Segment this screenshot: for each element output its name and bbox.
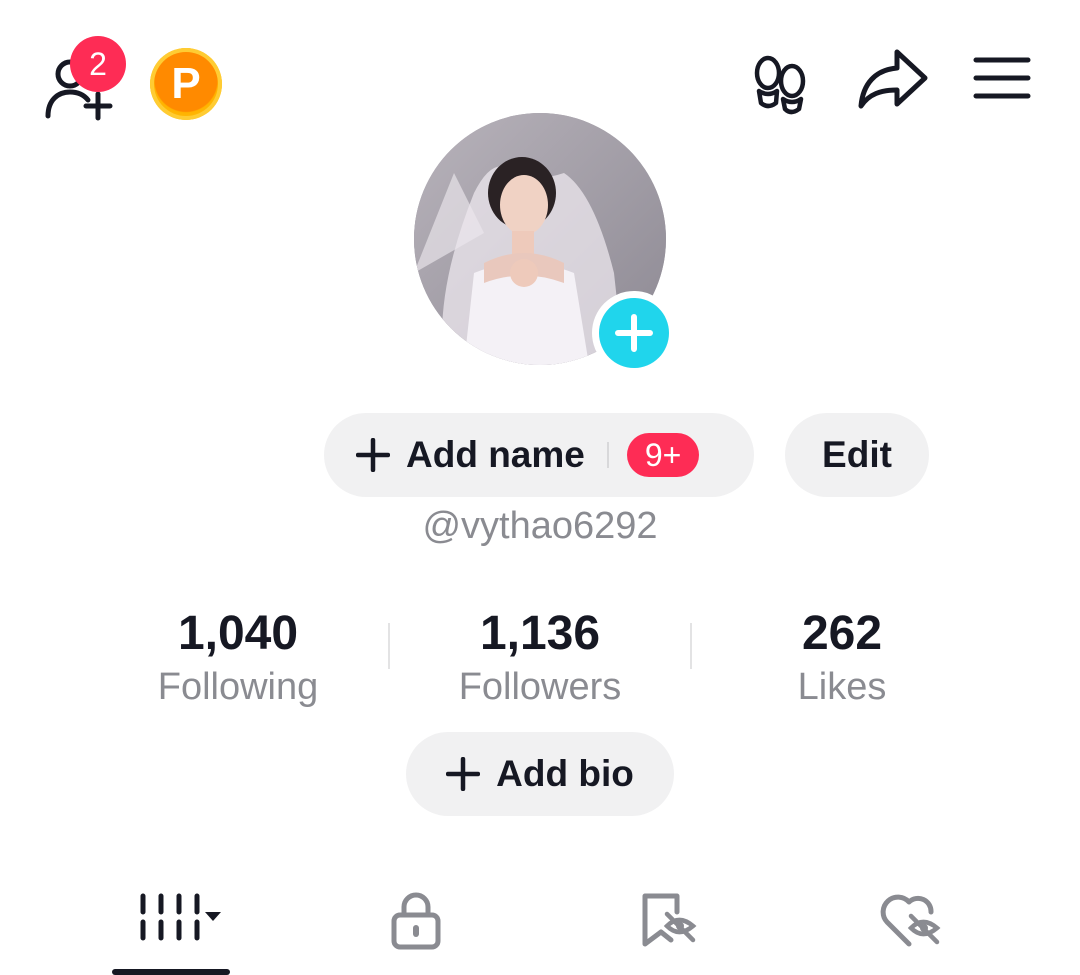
videos-grid-icon bbox=[140, 893, 221, 941]
stat-following[interactable]: 1,040 Following bbox=[108, 605, 368, 709]
username-handle: @vythao6292 bbox=[422, 505, 658, 547]
followers-count: 1,136 bbox=[479, 607, 601, 660]
footprints-button[interactable] bbox=[748, 50, 812, 116]
name-notification-badge: 9+ bbox=[626, 433, 700, 477]
liked-hidden-icon bbox=[880, 894, 941, 947]
divider bbox=[606, 442, 609, 468]
tab-videos[interactable] bbox=[120, 880, 240, 960]
stat-followers[interactable]: 1,136 Followers bbox=[410, 605, 670, 709]
active-tab-indicator bbox=[112, 969, 230, 975]
share-icon bbox=[858, 49, 928, 109]
following-count: 1,040 bbox=[177, 607, 299, 660]
likes-count: 262 bbox=[801, 607, 883, 660]
plus-icon bbox=[446, 757, 481, 791]
likes-label: Likes bbox=[797, 666, 887, 708]
add-bio-button[interactable]: Add bio bbox=[406, 732, 674, 816]
following-label: Following bbox=[157, 666, 319, 708]
add-name-button[interactable]: Add name 9+ bbox=[324, 413, 754, 497]
add-name-label: Add name bbox=[406, 434, 585, 475]
edit-label: Edit bbox=[822, 434, 892, 475]
plus-icon bbox=[356, 438, 390, 472]
stat-divider bbox=[690, 623, 692, 669]
coin-icon[interactable]: P bbox=[150, 48, 222, 120]
followers-label: Followers bbox=[458, 666, 622, 708]
menu-icon bbox=[973, 57, 1031, 99]
share-button[interactable] bbox=[856, 46, 930, 112]
lock-icon bbox=[391, 892, 441, 950]
plus-icon bbox=[615, 314, 653, 352]
friend-requests-badge: 2 bbox=[70, 36, 126, 92]
edit-profile-button[interactable]: Edit bbox=[785, 413, 929, 497]
tab-saved[interactable] bbox=[608, 880, 728, 960]
tab-private[interactable] bbox=[356, 880, 476, 960]
bookmark-hidden-icon bbox=[642, 893, 697, 947]
stat-divider bbox=[388, 623, 390, 669]
add-bio-label: Add bio bbox=[496, 753, 634, 794]
add-story-button[interactable] bbox=[592, 291, 676, 375]
menu-button[interactable] bbox=[970, 50, 1034, 106]
tab-liked[interactable] bbox=[850, 880, 970, 960]
profile-avatar-container bbox=[414, 113, 676, 375]
add-friend-button[interactable]: 2 bbox=[40, 36, 126, 122]
stat-likes[interactable]: 262 Likes bbox=[712, 605, 972, 709]
footprints-icon bbox=[754, 55, 806, 115]
